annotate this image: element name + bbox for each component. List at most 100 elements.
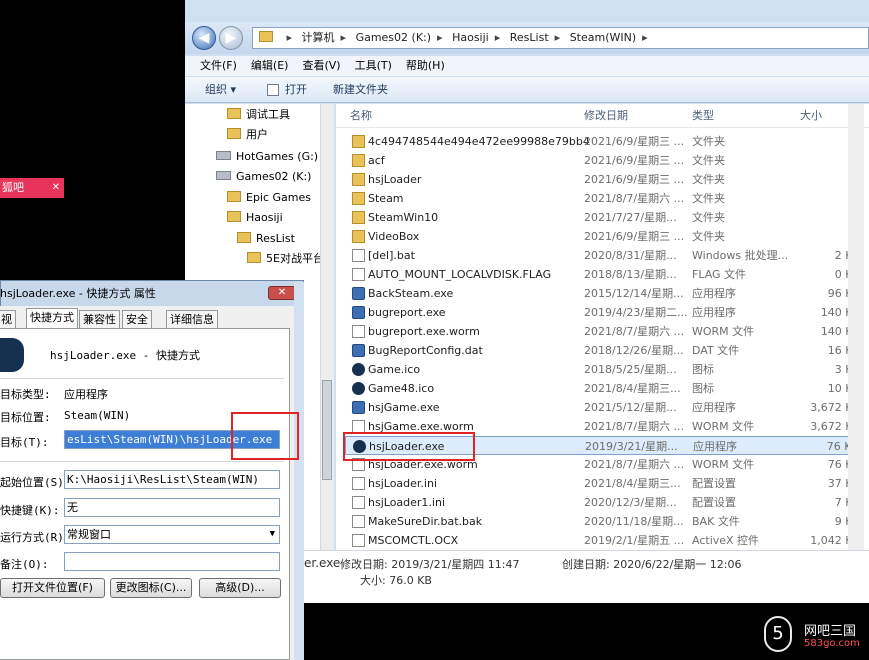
file-type: 文件夹 (692, 135, 725, 148)
column-date[interactable]: 修改日期 (584, 104, 628, 128)
breadcrumb-item[interactable]: Haosiji (452, 31, 489, 44)
file-row[interactable]: hsjLoader1.ini2020/12/3/星期...配置设置7 KB (345, 493, 860, 512)
tree-item[interactable]: 调试工具 (227, 105, 290, 125)
file-row[interactable]: 4c494748544e494e472ee99988e79bb4 2021/6/9… (345, 132, 860, 151)
file-row[interactable]: acf 2021/6/9/星期三 ... 文件夹 (345, 151, 860, 170)
advanced-button[interactable]: 高级(D)... (199, 578, 281, 598)
file-row[interactable]: [del].bat 2020/8/31/星期... Windows 批处理... 2 … (345, 246, 860, 265)
folder-icon (237, 232, 251, 243)
open-button[interactable]: 打开 (285, 77, 307, 103)
column-type[interactable]: 类型 (692, 104, 714, 128)
open-file-location-button[interactable]: 打开文件位置(F) (0, 578, 105, 598)
file-name: MakeSureDir.bat.bak (368, 515, 483, 528)
file-row[interactable]: bugreport.exe.worm 2021/8/7/星期六 ... WORM 文… (345, 322, 860, 341)
browser-tab[interactable]: 狐吧 ✕ (0, 178, 64, 198)
column-name[interactable]: 名称 (350, 104, 372, 128)
target-location-value: Steam(WIN) (64, 409, 131, 422)
tree-item-label: 调试工具 (246, 108, 290, 121)
tree-item[interactable]: HotGames (G:) (216, 147, 318, 167)
file-row[interactable]: MakeSureDir.bat.bak 2020/11/18/星期... BAK 文… (345, 512, 860, 531)
column-size[interactable]: 大小 (800, 104, 822, 128)
file-row[interactable]: SteamWin10 2021/7/27/星期... 文件夹 (345, 208, 860, 227)
breadcrumb-item[interactable]: Games02 (K:) (356, 31, 431, 44)
file-name: hsjGame.exe (368, 401, 440, 414)
tree-scrollbar-thumb[interactable] (322, 380, 332, 480)
application-icon (352, 344, 365, 357)
start-in-input[interactable]: K:\Haosiji\ResList\Steam(WIN) (64, 470, 280, 489)
close-icon[interactable]: ✕ (52, 178, 60, 198)
steam-icon (352, 382, 365, 395)
forward-arrow-icon[interactable]: ▶ (219, 26, 243, 50)
menu-help[interactable]: 帮助(H) (399, 56, 452, 76)
tab-general[interactable]: 视 (0, 310, 16, 328)
tree-item-label: Epic Games (246, 191, 312, 204)
file-date: 2018/8/13/星期... (584, 268, 677, 281)
back-arrow-icon[interactable]: ◀ (192, 26, 216, 50)
close-button[interactable]: ✕ (268, 286, 296, 300)
change-icon-button[interactable]: 更改图标(C)... (110, 578, 192, 598)
file-date: 2019/3/21/星期... (585, 440, 678, 453)
comment-input[interactable] (64, 552, 280, 571)
tree-item[interactable]: Games02 (K:) (216, 167, 311, 187)
file-type: 文件夹 (692, 230, 725, 243)
menu-file[interactable]: 文件(F) (193, 56, 244, 76)
tree-item-label: Haosiji (246, 211, 283, 224)
file-row[interactable]: hsjGame.exe 2021/5/12/星期... 应用程序 3,672 KB (345, 398, 860, 417)
menu-tools[interactable]: 工具(T) (348, 56, 399, 76)
file-row[interactable]: AUTO_MOUNT_LOCALVDISK.FLAG 2018/8/13/星期..… (345, 265, 860, 284)
file-row[interactable]: Game48.ico 2021/8/4/星期三... 图标 10 KB (345, 379, 860, 398)
menu-edit[interactable]: 编辑(E) (244, 56, 296, 76)
file-type: 应用程序 (692, 401, 736, 414)
tab-compatibility[interactable]: 兼容性 (79, 310, 120, 328)
target-label: 目标(T): (0, 436, 49, 449)
breadcrumb-item[interactable]: Steam(WIN) (570, 31, 636, 44)
window-border (294, 282, 304, 660)
breadcrumb[interactable]: ▸ 计算机 ▸ Games02 (K:) ▸ Haosiji ▸ ResList ▸ S… (252, 27, 869, 49)
browser-tab-label: 狐吧 (2, 181, 24, 194)
divider (0, 378, 284, 379)
file-name: [del].bat (368, 249, 415, 262)
file-type: 配置设置 (692, 496, 736, 509)
file-row[interactable]: BackSteam.exe 2015/12/14/星期... 应用程序 96 KB (345, 284, 860, 303)
tab-details[interactable]: 详细信息 (166, 310, 218, 328)
organize-button[interactable]: 组织 ▾ (205, 77, 236, 103)
tree-item[interactable]: Haosiji (227, 208, 283, 228)
tree-item[interactable]: ResList (237, 229, 295, 249)
file-icon (352, 249, 365, 262)
logo-site: 583go.com (804, 638, 860, 649)
file-date: 2015/12/14/星期... (584, 287, 684, 300)
tab-shortcut[interactable]: 快捷方式 (26, 308, 78, 329)
file-type: WORM 文件 (692, 420, 755, 433)
tab-security[interactable]: 安全 (122, 310, 152, 328)
breadcrumb-item[interactable]: 计算机 (302, 31, 335, 44)
file-row[interactable]: Game.ico2018/5/25/星期...图标3 KB (345, 360, 860, 379)
breadcrumb-item[interactable]: ResList (510, 31, 549, 44)
folder-icon (352, 135, 365, 148)
file-icon (352, 268, 365, 281)
file-type: 文件夹 (692, 173, 725, 186)
file-type: 应用程序 (692, 287, 736, 300)
hotkey-input[interactable]: 无 (64, 498, 280, 517)
comment-label: 备注(O): (0, 558, 49, 571)
folder-icon (259, 31, 273, 42)
file-row[interactable]: bugreport.exe 2019/4/23/星期二... 应用程序 140 KB (345, 303, 860, 322)
run-select[interactable]: 常规窗口 ▼ (64, 525, 280, 544)
file-list-scrollbar[interactable] (848, 104, 864, 550)
folder-icon (352, 154, 365, 167)
menu-view[interactable]: 查看(V) (295, 56, 347, 76)
file-row[interactable]: BugReportConfig.dat 2018/12/26/星期... DAT 文… (345, 341, 860, 360)
folder-icon (352, 192, 365, 205)
highlight-box (231, 412, 299, 460)
tree-item[interactable]: 用户 (227, 125, 268, 145)
new-folder-button[interactable]: 新建文件夹 (333, 77, 388, 103)
file-row[interactable]: VideoBox 2021/6/9/星期三 ... 文件夹 (345, 227, 860, 246)
tree-item[interactable]: 5E对战平台 (247, 249, 320, 269)
file-row[interactable]: MSCOMCTL.OCX 2019/2/1/星期五 ... ActiveX 控件 1,… (345, 531, 860, 550)
tree-item[interactable]: Epic Games (227, 188, 311, 208)
file-type: FLAG 文件 (692, 268, 747, 281)
file-row[interactable]: hsjLoader.ini 2021/8/4/星期三... 配置设置 37 KB (345, 474, 860, 493)
file-row[interactable]: Steam 2021/8/7/星期六 ... 文件夹 (345, 189, 860, 208)
file-row[interactable]: hsjLoader 2021/6/9/星期三 ... 文件夹 (345, 170, 860, 189)
tree-scrollbar[interactable] (320, 104, 334, 603)
file-name: bugreport.exe (368, 306, 446, 319)
